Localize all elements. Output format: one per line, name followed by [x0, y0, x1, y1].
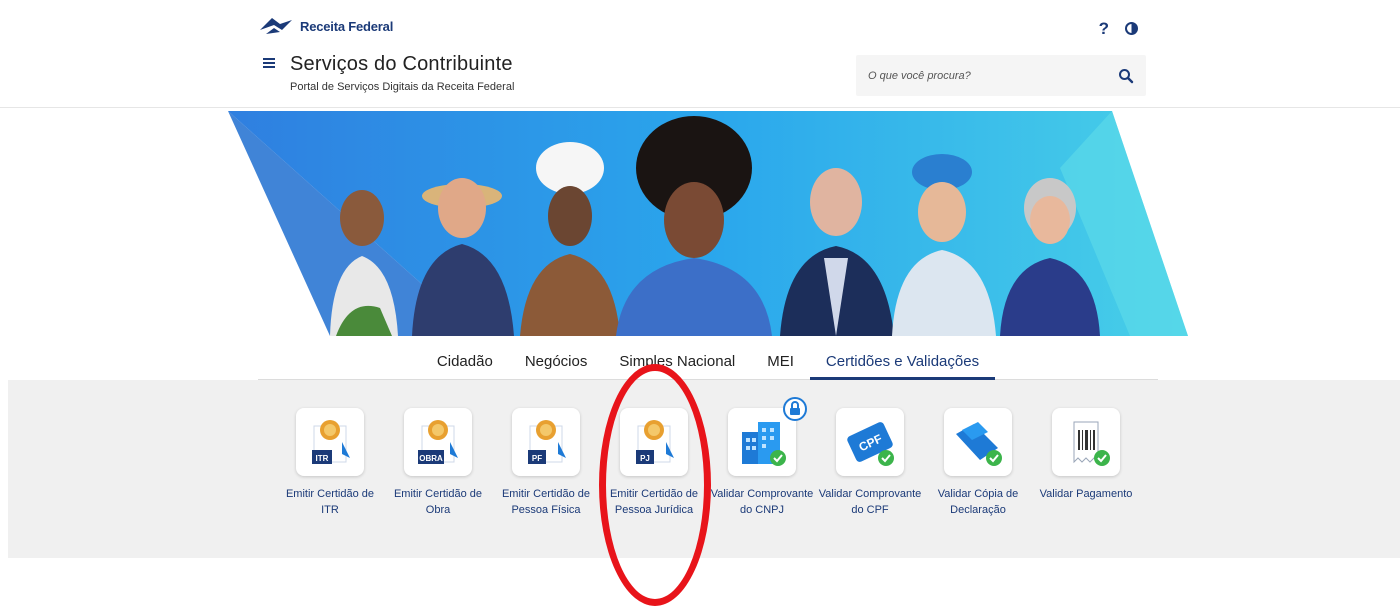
logo-arrow-icon — [260, 18, 292, 34]
hero-banner — [228, 111, 1188, 336]
tab-negocios[interactable]: Negócios — [509, 343, 604, 380]
certificate-obra-icon: OBRA — [404, 408, 472, 476]
service-card-pj[interactable]: PJ Emitir Certidão de Pessoa Jurídica — [600, 408, 708, 518]
service-card-itr[interactable]: ITR Emitir Certidão de ITR — [276, 408, 384, 518]
certificate-pj-icon: PJ — [620, 408, 688, 476]
svg-text:PJ: PJ — [640, 454, 650, 463]
svg-text:OBRA: OBRA — [419, 454, 443, 463]
building-check-icon — [728, 397, 807, 476]
search-input[interactable] — [856, 55, 1106, 96]
service-label: Validar Pagamento — [1039, 488, 1133, 500]
header: Receita Federal ? Serviços do Contribuin… — [0, 0, 1400, 108]
service-card-declaracao[interactable]: Validar Cópia de Declaração — [924, 408, 1032, 518]
search-bar — [856, 55, 1146, 96]
logo-text: Receita Federal — [300, 18, 394, 34]
service-card-pf[interactable]: PF Emitir Certidão de Pessoa Física — [492, 408, 600, 518]
service-card-cpf[interactable]: CPF Validar Comprovante do CPF — [816, 408, 924, 518]
page-subtitle: Portal de Serviços Digitais da Receita F… — [290, 81, 515, 93]
service-card-cnpj[interactable]: Validar Comprovante do CNPJ — [708, 397, 816, 518]
service-label: Validar Cópia de Declaração — [937, 488, 1019, 516]
service-card-obra[interactable]: OBRA Emitir Certidão de Obra — [384, 408, 492, 518]
svg-text:PF: PF — [532, 454, 542, 463]
contrast-icon[interactable] — [1125, 22, 1138, 35]
tab-cidadao[interactable]: Cidadão — [421, 343, 509, 380]
svg-text:ITR: ITR — [316, 454, 329, 463]
lock-icon — [783, 397, 807, 421]
service-label: Validar Comprovante do CNPJ — [710, 488, 814, 516]
tab-mei[interactable]: MEI — [751, 343, 810, 380]
service-card-pagamento[interactable]: Validar Pagamento — [1032, 408, 1140, 502]
tab-simples-nacional[interactable]: Simples Nacional — [603, 343, 751, 380]
search-icon[interactable] — [1118, 68, 1134, 84]
receita-federal-logo[interactable]: Receita Federal — [258, 16, 393, 36]
certificate-itr-icon: ITR — [296, 408, 364, 476]
service-label: Emitir Certidão de Pessoa Física — [501, 488, 591, 516]
barcode-receipt-check-icon — [1052, 408, 1120, 476]
tab-certidoes-validacoes[interactable]: Certidões e Validações — [809, 343, 996, 380]
services-panel: ITR Emitir Certidão de ITR OBRA Emitir C… — [8, 380, 1400, 558]
service-label: Validar Comprovante do CPF — [818, 488, 922, 516]
certificate-pf-icon: PF — [512, 408, 580, 476]
service-label: Emitir Certidão de Obra — [393, 488, 483, 516]
hamburger-menu-icon[interactable] — [263, 58, 275, 68]
cpf-card-check-icon: CPF — [836, 408, 904, 476]
service-label: Emitir Certidão de Pessoa Jurídica — [609, 488, 699, 516]
page-title: Serviços do Contribuinte — [290, 53, 513, 75]
category-tabs: Cidadão Negócios Simples Nacional MEI Ce… — [258, 343, 1158, 380]
folder-check-icon — [944, 408, 1012, 476]
help-icon[interactable]: ? — [1099, 20, 1109, 37]
service-label: Emitir Certidão de ITR — [285, 488, 375, 516]
